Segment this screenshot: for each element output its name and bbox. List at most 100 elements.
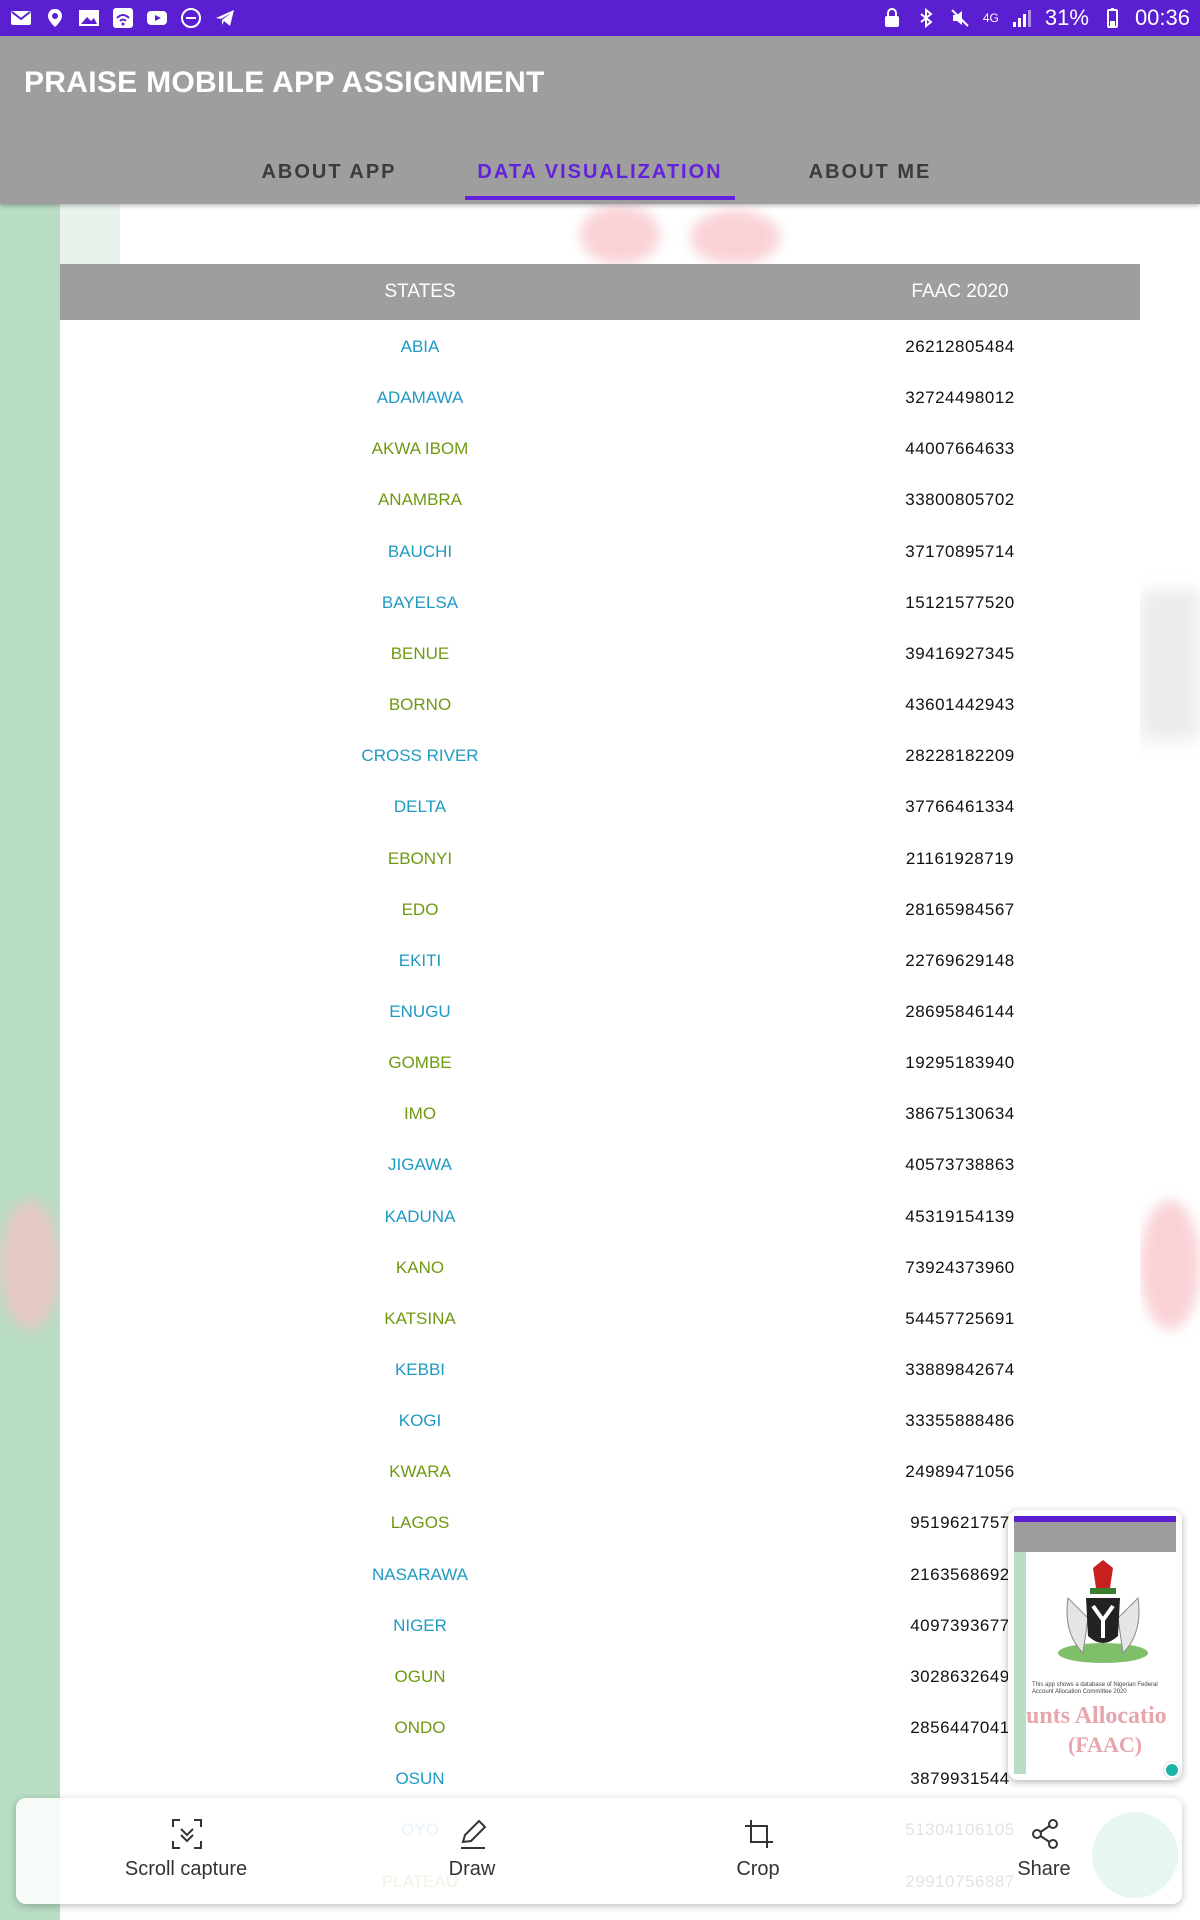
state-cell: KADUNA — [384, 1206, 456, 1226]
table-row: KATSINA 54457725691 — [60, 1294, 1140, 1345]
faac-value-cell: 40573738863 — [905, 1155, 1015, 1175]
faac-value-cell: 37766461334 — [905, 797, 1015, 817]
draw-button[interactable]: Draw — [362, 1798, 582, 1904]
battery-icon — [1101, 7, 1123, 29]
faac-value-cell: 19295183940 — [905, 1053, 1015, 1073]
share-icon — [1032, 1819, 1058, 1849]
state-cell: LAGOS — [390, 1513, 450, 1533]
draw-label: Draw — [448, 1858, 496, 1880]
table-row: KEBBI 33889842674 — [60, 1345, 1140, 1396]
table-row: EKITI 22769629148 — [60, 936, 1140, 987]
state-cell: BAYELSA — [381, 592, 459, 612]
table-row: DELTA 37766461334 — [60, 782, 1140, 833]
screenshot-thumbnail[interactable]: This app shows a database of Nigerian Fe… — [1008, 1510, 1182, 1780]
tab-indicator — [465, 196, 735, 200]
column-header-faac-2020: FAAC 2020 — [911, 281, 1009, 302]
state-cell: NIGER — [393, 1615, 447, 1635]
faac-value-cell: 39416927345 — [905, 643, 1015, 663]
table-row: BAYELSA 15121577520 — [60, 578, 1140, 629]
state-cell: EBONYI — [387, 848, 453, 868]
scroll-capture-button[interactable]: Scroll capture — [76, 1798, 296, 1904]
background-stripe-light — [60, 204, 120, 264]
state-cell: BORNO — [388, 695, 452, 715]
state-cell: ENUGU — [389, 1001, 451, 1021]
bluetooth-icon — [915, 7, 937, 29]
table-row: KOGI 33355888486 — [60, 1396, 1140, 1447]
background-stripe — [0, 204, 60, 1920]
faac-value-cell: 33889842674 — [905, 1360, 1015, 1379]
table-row: EDO 28165984567 — [60, 885, 1140, 936]
mute-icon — [949, 7, 971, 29]
table-row: ANAMBRA 33800805702 — [60, 475, 1140, 526]
table-header: STATES FAAC 2020 — [60, 264, 1140, 320]
message-fab[interactable] — [1092, 1812, 1178, 1898]
table-row: JIGAWA 40573738863 — [60, 1140, 1140, 1191]
state-cell: CROSS RIVER — [361, 746, 479, 766]
table-row: ONDO 2856447041 — [60, 1703, 1140, 1754]
state-cell: KATSINA — [384, 1308, 456, 1328]
app-title: PRAISE MOBILE APP ASSIGNMENT — [24, 66, 545, 99]
tab-data-visualization[interactable]: DATA VISUALIZATION — [465, 140, 735, 204]
thumbnail-subheading: (FAAC) — [1068, 1732, 1143, 1757]
table-row: AKWA IBOM 44007664633 — [60, 424, 1140, 475]
thumbnail-heading: unts Allocatio — [1026, 1703, 1167, 1729]
faac-value-cell: 28228182209 — [905, 746, 1015, 766]
table-row: BENUE 39416927345 — [60, 629, 1140, 680]
state-cell: OGUN — [394, 1666, 446, 1686]
table-row: BORNO 43601442943 — [60, 680, 1140, 731]
state-cell: NASARAWA — [371, 1564, 469, 1584]
tab-about-me[interactable]: ABOUT ME — [750, 140, 990, 204]
table-row: ENUGU 28695846144 — [60, 987, 1140, 1038]
faac-value-cell: 28165984567 — [905, 899, 1015, 919]
capture-toolbar: Scroll capture Draw Crop Share — [16, 1798, 1182, 1904]
table-row: IMO 38675130634 — [60, 1089, 1140, 1140]
faac-value-cell: 22769629148 — [905, 950, 1015, 970]
network-type: 4G — [982, 11, 999, 25]
faac-value-cell: 33355888486 — [905, 1411, 1015, 1431]
state-cell: EDO — [401, 899, 439, 919]
table-row: NIGER 4097393677 — [60, 1601, 1140, 1652]
background-emblem-fade — [1140, 590, 1200, 740]
state-cell: OSUN — [395, 1769, 445, 1789]
app-bar: PRAISE MOBILE APP ASSIGNMENT ABOUT APP D… — [0, 36, 1200, 204]
faac-value-cell: 32724498012 — [905, 388, 1015, 408]
background-emblem-blob — [1140, 1200, 1200, 1330]
state-cell: BAUCHI — [387, 541, 453, 561]
lock-icon — [881, 7, 903, 29]
faac-value-cell: 37170895714 — [905, 541, 1015, 561]
scroll-capture-label: Scroll capture — [124, 1858, 248, 1880]
state-cell: GOMBE — [388, 1053, 452, 1073]
tab-about-app[interactable]: ABOUT APP — [209, 140, 449, 204]
state-cell: KANO — [395, 1257, 445, 1277]
faac-value-cell: 38675130634 — [905, 1104, 1015, 1124]
wifi-hotspot-icon — [112, 7, 134, 29]
table-row: KADUNA 45319154139 — [60, 1192, 1140, 1243]
table-row: CROSS RIVER 28228182209 — [60, 731, 1140, 782]
faac-value-cell: 28695846144 — [905, 1001, 1015, 1021]
pencil-icon — [461, 1819, 487, 1849]
faac-value-cell: 44007664633 — [905, 439, 1015, 459]
battery-percent: 31% — [1044, 5, 1089, 30]
table-row: KANO 73924373960 — [60, 1243, 1140, 1294]
clock: 00:36 — [1134, 5, 1190, 30]
state-cell: ADAMAWA — [376, 388, 464, 408]
state-cell: IMO — [403, 1104, 437, 1124]
faac-value-cell: 24989471056 — [905, 1462, 1015, 1482]
crop-label: Crop — [736, 1858, 780, 1880]
state-cell: ONDO — [394, 1718, 446, 1738]
column-header-states: STATES — [384, 281, 456, 302]
crop-button[interactable]: Crop — [648, 1798, 868, 1904]
table-row: GOMBE 19295183940 — [60, 1038, 1140, 1089]
youtube-icon — [146, 7, 168, 29]
state-cell: JIGAWA — [388, 1155, 452, 1175]
crop-icon — [745, 1820, 773, 1848]
scroll-capture-icon — [172, 1819, 202, 1849]
thumbnail-indicator-dot — [1164, 1762, 1180, 1778]
state-cell: KWARA — [389, 1462, 451, 1482]
faac-value-cell: 73924373960 — [905, 1257, 1015, 1277]
faac-value-cell: 26212805484 — [905, 337, 1015, 356]
thumbnail-caption: This app shows a database of Nigerian Fe… — [1032, 1682, 1158, 1695]
do-not-disturb-icon — [180, 7, 202, 29]
faac-value-cell: 45319154139 — [905, 1206, 1015, 1226]
table-row: LAGOS 9519621757 — [60, 1498, 1140, 1549]
